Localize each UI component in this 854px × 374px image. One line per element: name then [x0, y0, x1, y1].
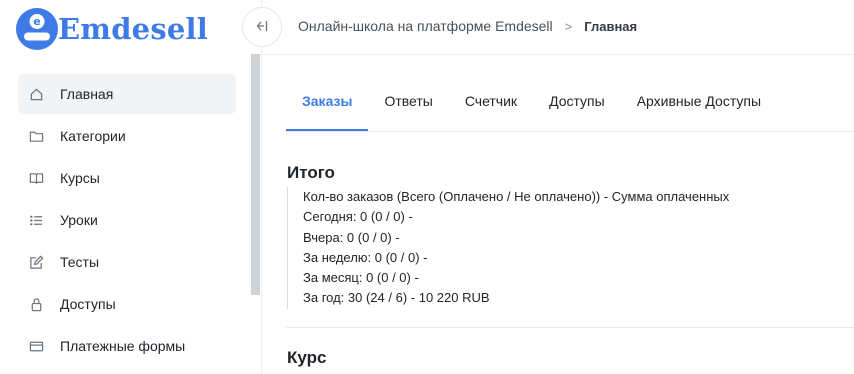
summary-line: За месяц: 0 (0 / 0) - — [303, 270, 419, 286]
sidebar-item-label: Уроки — [60, 212, 98, 228]
book-icon — [28, 170, 44, 186]
breadcrumb-parent[interactable]: Онлайн-школа на платформе Emdesell — [298, 18, 553, 34]
sidebar-nav: Главная Категории Курсы Уроки Тесты Дост… — [18, 74, 236, 368]
sidebar-item-tests[interactable]: Тесты — [18, 242, 236, 282]
course-title: Курс — [287, 348, 327, 367]
summary-line: Кол-во заказов (Всего (Оплачено / Не опл… — [303, 189, 730, 204]
svg-text:e: e — [33, 15, 40, 28]
tab-archived-access[interactable]: Архивные Доступы — [621, 77, 777, 132]
summary-title: Итого — [287, 163, 335, 182]
tab-counter[interactable]: Счетчик — [449, 77, 533, 132]
collapse-sidebar-icon — [255, 20, 269, 35]
home-icon — [28, 86, 44, 102]
sidebar-item-label: Главная — [60, 86, 114, 102]
sidebar-item-label: Категории — [60, 128, 126, 144]
tabs: Заказы Ответы Счетчик Доступы Архивные Д… — [286, 77, 777, 132]
credit-card-icon — [28, 338, 44, 354]
collapse-sidebar-button[interactable] — [242, 7, 282, 47]
sidebar-scrollbar[interactable] — [251, 54, 260, 295]
sidebar-item-label: Доступы — [60, 296, 116, 312]
sidebar-item-categories[interactable]: Категории — [18, 116, 236, 156]
folder-icon — [28, 128, 44, 144]
main-content: Заказы Ответы Счетчик Доступы Архивные Д… — [262, 54, 854, 374]
sidebar-item-access[interactable]: Доступы — [18, 284, 236, 324]
logo-icon: e — [16, 8, 58, 50]
logo[interactable]: e Emdesell — [16, 8, 208, 50]
tabs-divider — [286, 131, 854, 132]
sidebar-item-label: Курсы — [60, 170, 100, 186]
tab-answers[interactable]: Ответы — [368, 77, 448, 132]
summary-line: За неделю: 0 (0 / 0) - — [303, 249, 428, 265]
sidebar-item-home[interactable]: Главная — [18, 74, 236, 114]
topbar: Онлайн-школа на платформе Emdesell > Гла… — [242, 0, 854, 54]
brand-name: Emdesell — [58, 12, 208, 46]
sidebar-item-label: Тесты — [60, 254, 100, 270]
sidebar-item-payment-forms[interactable]: Платежные формы — [18, 326, 236, 366]
lock-icon — [28, 296, 44, 312]
summary-block: Кол-во заказов (Всего (Оплачено / Не опл… — [287, 187, 729, 309]
summary-line: Сегодня: 0 (0 / 0) - — [303, 209, 413, 225]
sidebar-item-lessons[interactable]: Уроки — [18, 200, 236, 240]
section-divider — [286, 327, 854, 328]
tab-access[interactable]: Доступы — [533, 77, 621, 132]
sidebar: e Emdesell Главная Категории Курсы Уроки… — [0, 0, 262, 374]
list-icon — [28, 212, 44, 228]
breadcrumb-separator: > — [564, 18, 573, 34]
breadcrumb-current: Главная — [584, 18, 638, 34]
summary-line: Вчера: 0 (0 / 0) - — [303, 229, 400, 245]
tab-orders[interactable]: Заказы — [286, 77, 369, 132]
summary-line: За год: 30 (24 / 6) - 10 220 RUB — [303, 290, 490, 306]
sidebar-item-courses[interactable]: Курсы — [18, 158, 236, 198]
breadcrumb: Онлайн-школа на платформе Emdesell > Гла… — [298, 18, 637, 34]
sidebar-item-label: Платежные формы — [60, 338, 186, 354]
edit-icon — [28, 254, 44, 270]
